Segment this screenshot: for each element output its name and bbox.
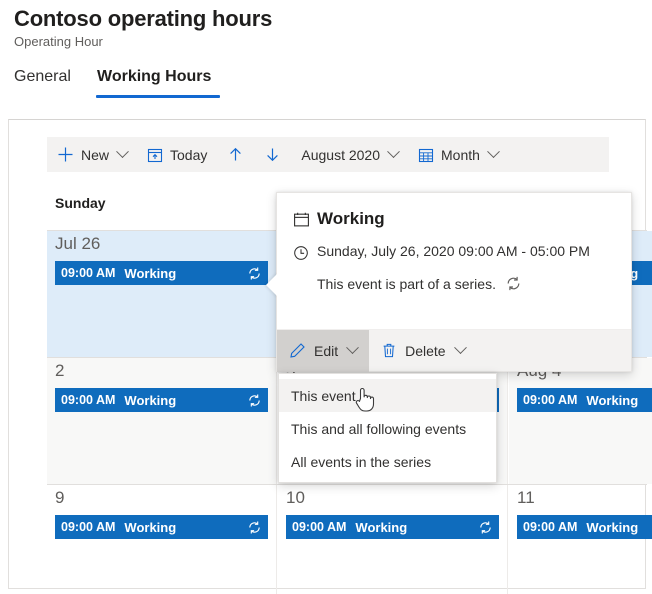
clock-icon — [293, 243, 317, 261]
calendar-day-cell[interactable]: Aug 4 09:00 AM Working — [509, 358, 652, 484]
calendar-grid-icon — [418, 147, 434, 163]
chevron-down-icon — [453, 341, 467, 355]
callout-event-title: Working — [317, 209, 385, 228]
calendar-day-cell[interactable]: 9 09:00 AM Working — [47, 485, 277, 594]
chevron-down-icon — [346, 341, 359, 355]
today-button-label: Today — [170, 146, 208, 163]
event-time: 09:00 AM — [292, 520, 347, 534]
callout-series-note: This event is part of a series. — [317, 275, 496, 292]
event-time: 09:00 AM — [61, 393, 116, 407]
recurrence-icon — [247, 520, 262, 535]
arrow-up-icon — [227, 146, 244, 163]
plus-icon — [57, 146, 74, 163]
recurrence-icon — [505, 275, 522, 292]
next-period-button[interactable] — [254, 137, 292, 172]
callout-title-row: Working — [293, 209, 385, 229]
callout-event-when: Sunday, July 26, 2020 09:00 AM - 05:00 P… — [317, 243, 590, 259]
event-title: Working — [586, 392, 639, 408]
callout-when-row: Sunday, July 26, 2020 09:00 AM - 05:00 P… — [293, 243, 590, 261]
menu-item-this-and-following[interactable]: This and all following events — [279, 412, 496, 445]
delete-button-label: Delete — [405, 342, 446, 359]
day-number: 9 — [55, 488, 65, 507]
event-title: Working — [586, 519, 639, 535]
chevron-down-icon — [116, 145, 129, 159]
calendar-week-row: 9 09:00 AM Working 10 09:00 AM Working 1… — [47, 485, 652, 594]
event-time: 09:00 AM — [523, 520, 578, 534]
day-number: 2 — [55, 361, 65, 380]
delete-button[interactable]: Delete — [369, 330, 476, 372]
callout-series-row: This event is part of a series. — [317, 275, 522, 292]
menu-item-this-event[interactable]: This event — [279, 379, 496, 412]
edit-button[interactable]: Edit — [277, 329, 370, 372]
calendar-day-icon — [147, 147, 163, 163]
tab-working-hours[interactable]: Working Hours — [97, 68, 211, 94]
calendar-toolbar: New Today August 2020 Month — [47, 137, 609, 172]
event-title: Working — [124, 392, 177, 408]
calendar-day-cell[interactable]: 11 09:00 AM Working — [509, 485, 652, 594]
period-label: August 2020 — [301, 146, 380, 163]
event-time: 09:00 AM — [523, 393, 578, 407]
recurrence-icon — [478, 520, 493, 535]
tab-general[interactable]: General — [14, 68, 71, 94]
day-number: 11 — [517, 488, 535, 507]
recurrence-icon — [247, 266, 262, 281]
recurrence-icon — [247, 393, 262, 408]
view-label: Month — [441, 146, 480, 163]
page-title: Contoso operating hours — [14, 6, 273, 31]
today-button[interactable]: Today — [137, 137, 218, 172]
calendar-event[interactable]: 09:00 AM Working — [517, 515, 652, 539]
previous-period-button[interactable] — [217, 137, 255, 172]
menu-item-all-in-series[interactable]: All events in the series — [279, 445, 496, 478]
new-button-label: New — [81, 146, 110, 163]
calendar-day-cell[interactable]: 10 09:00 AM Working — [278, 485, 508, 594]
chevron-down-icon — [487, 145, 500, 159]
event-time: 09:00 AM — [61, 266, 116, 280]
calendar-day-cell[interactable]: 2 09:00 AM Working — [47, 358, 277, 484]
active-tab-indicator — [96, 95, 220, 98]
callout-body: Working Sunday, July 26, 2020 09:00 AM -… — [277, 193, 631, 327]
new-button[interactable]: New — [47, 137, 138, 172]
event-time: 09:00 AM — [61, 520, 116, 534]
period-picker-button[interactable]: August 2020 — [291, 137, 408, 172]
trash-icon — [381, 342, 397, 359]
calendar-event[interactable]: 09:00 AM Working — [286, 515, 499, 539]
page-subtitle: Operating Hour — [14, 34, 103, 49]
day-number: 10 — [286, 488, 305, 507]
event-title: Working — [124, 265, 177, 281]
edit-button-label: Edit — [314, 342, 339, 359]
day-number: Jul 26 — [55, 234, 101, 253]
event-title: Working — [124, 519, 177, 535]
calendar-event[interactable]: 09:00 AM Working — [55, 388, 268, 412]
calendar-event[interactable]: 09:00 AM Working — [55, 261, 268, 285]
event-title: Working — [355, 519, 408, 535]
app-root: Contoso operating hours Operating Hour G… — [0, 0, 652, 594]
chevron-down-icon — [387, 145, 400, 159]
column-header-sunday: Sunday — [55, 195, 106, 211]
calendar-event[interactable]: 09:00 AM Working — [55, 515, 268, 539]
pencil-icon — [289, 342, 306, 359]
calendar-icon — [293, 209, 317, 228]
event-callout: Working Sunday, July 26, 2020 09:00 AM -… — [266, 192, 632, 372]
calendar-event[interactable]: 09:00 AM Working — [517, 388, 652, 412]
edit-series-menu: This event This and all following events… — [278, 373, 497, 483]
arrow-down-icon — [264, 146, 281, 163]
view-picker-button[interactable]: Month — [408, 137, 508, 172]
calendar-day-cell[interactable]: Jul 26 09:00 AM Working — [47, 231, 277, 357]
callout-footer: Edit Delete — [277, 329, 631, 372]
